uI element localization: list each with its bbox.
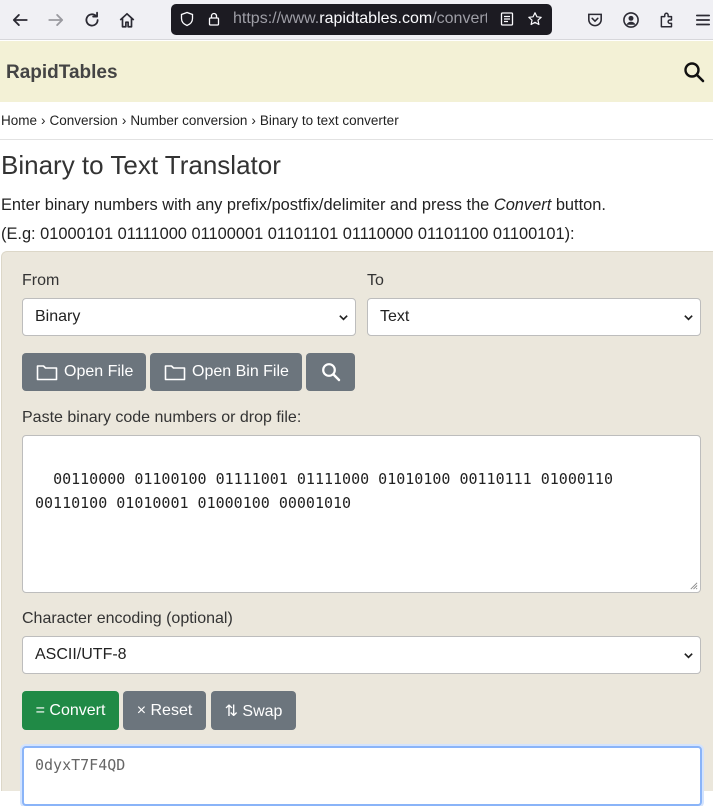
from-select-value: Binary [35, 308, 81, 325]
convert-button[interactable]: = Convert [22, 691, 119, 730]
back-icon[interactable] [6, 6, 34, 34]
encoding-select-value: ASCII/UTF-8 [35, 646, 127, 663]
text-output-value: 0dyxT7F4QD [35, 756, 126, 774]
intro-text-end: button. [551, 196, 606, 214]
encoding-select[interactable]: ASCII/UTF-8 [22, 636, 701, 674]
home-icon[interactable] [113, 6, 141, 34]
search-icon[interactable] [683, 61, 705, 83]
reset-button[interactable]: × Reset [123, 691, 206, 730]
search-icon [321, 363, 340, 382]
browser-toolbar: https://www.rapidtables.com/convert/numb… [0, 0, 713, 40]
encoding-label: Character encoding (optional) [22, 610, 233, 627]
breadcrumb-separator: › [121, 113, 127, 128]
site-header: RapidTables [0, 41, 713, 102]
folder-icon [36, 365, 58, 381]
binary-input-textarea[interactable]: 00110000 01100100 01111001 01111000 0101… [22, 435, 701, 593]
divider [0, 139, 713, 140]
url-bar[interactable]: https://www.rapidtables.com/convert/numb… [171, 4, 552, 35]
to-select-value: Text [380, 308, 410, 325]
breadcrumb: Home › Conversion › Number conversion › Binary… [1, 113, 399, 128]
url-path: /convert/number/binary-to-ascii.html [432, 10, 487, 27]
chevron-down-icon [684, 653, 693, 659]
folder-icon [164, 365, 186, 381]
resize-handle-icon[interactable] [689, 581, 698, 590]
input-label: Paste binary code numbers or drop file: [22, 409, 302, 426]
url-domain: rapidtables.com [319, 10, 433, 27]
swap-button[interactable]: ⇅ Swap [211, 691, 296, 730]
breadcrumb-conversion[interactable]: Conversion [50, 113, 118, 128]
chevron-down-icon [339, 315, 348, 321]
open-bin-file-button[interactable]: Open Bin File [150, 353, 302, 391]
intro-text: Enter binary numbers with any prefix/pos… [1, 196, 606, 215]
extensions-icon[interactable] [653, 6, 681, 34]
from-select[interactable]: Binary [22, 298, 356, 336]
reader-view-icon[interactable] [498, 10, 516, 28]
site-logo[interactable]: RapidTables [6, 62, 118, 84]
open-bin-file-label: Open Bin File [192, 363, 289, 380]
shield-icon[interactable] [178, 10, 196, 28]
lock-icon[interactable] [205, 10, 223, 28]
binary-input-value: 00110000 01100100 01111001 01111000 0101… [35, 470, 613, 512]
intro-text-start: Enter binary numbers with any prefix/pos… [1, 196, 494, 214]
breadcrumb-separator: › [41, 113, 46, 128]
chevron-down-icon [684, 315, 693, 321]
breadcrumb-number-conversion[interactable]: Number conversion [130, 113, 247, 128]
text-output-textarea[interactable]: 0dyxT7F4QD [22, 746, 702, 806]
url-prefix: https://www. [233, 10, 320, 27]
account-icon[interactable] [617, 6, 645, 34]
intro-text-emphasis: Convert [493, 196, 552, 214]
reload-icon[interactable] [78, 6, 106, 34]
to-label: To [367, 272, 384, 289]
page-title: Binary to Text Translator [1, 150, 281, 180]
url-text[interactable]: https://www.rapidtables.com/convert/numb… [233, 10, 487, 28]
open-file-button[interactable]: Open File [22, 353, 146, 391]
search-button[interactable] [306, 353, 355, 391]
bookmark-star-icon[interactable] [526, 10, 544, 28]
open-file-label: Open File [64, 363, 134, 380]
breadcrumb-separator: › [251, 113, 256, 128]
menu-icon[interactable] [689, 6, 713, 34]
forward-icon[interactable] [42, 6, 70, 34]
breadcrumb-home[interactable]: Home [1, 113, 37, 128]
example-text: (E.g: 01000101 01111000 01100001 0110110… [1, 225, 575, 243]
breadcrumb-current: Binary to text converter [259, 113, 399, 128]
from-label: From [22, 272, 60, 289]
to-select[interactable]: Text [367, 298, 701, 336]
pocket-icon[interactable] [581, 6, 609, 34]
